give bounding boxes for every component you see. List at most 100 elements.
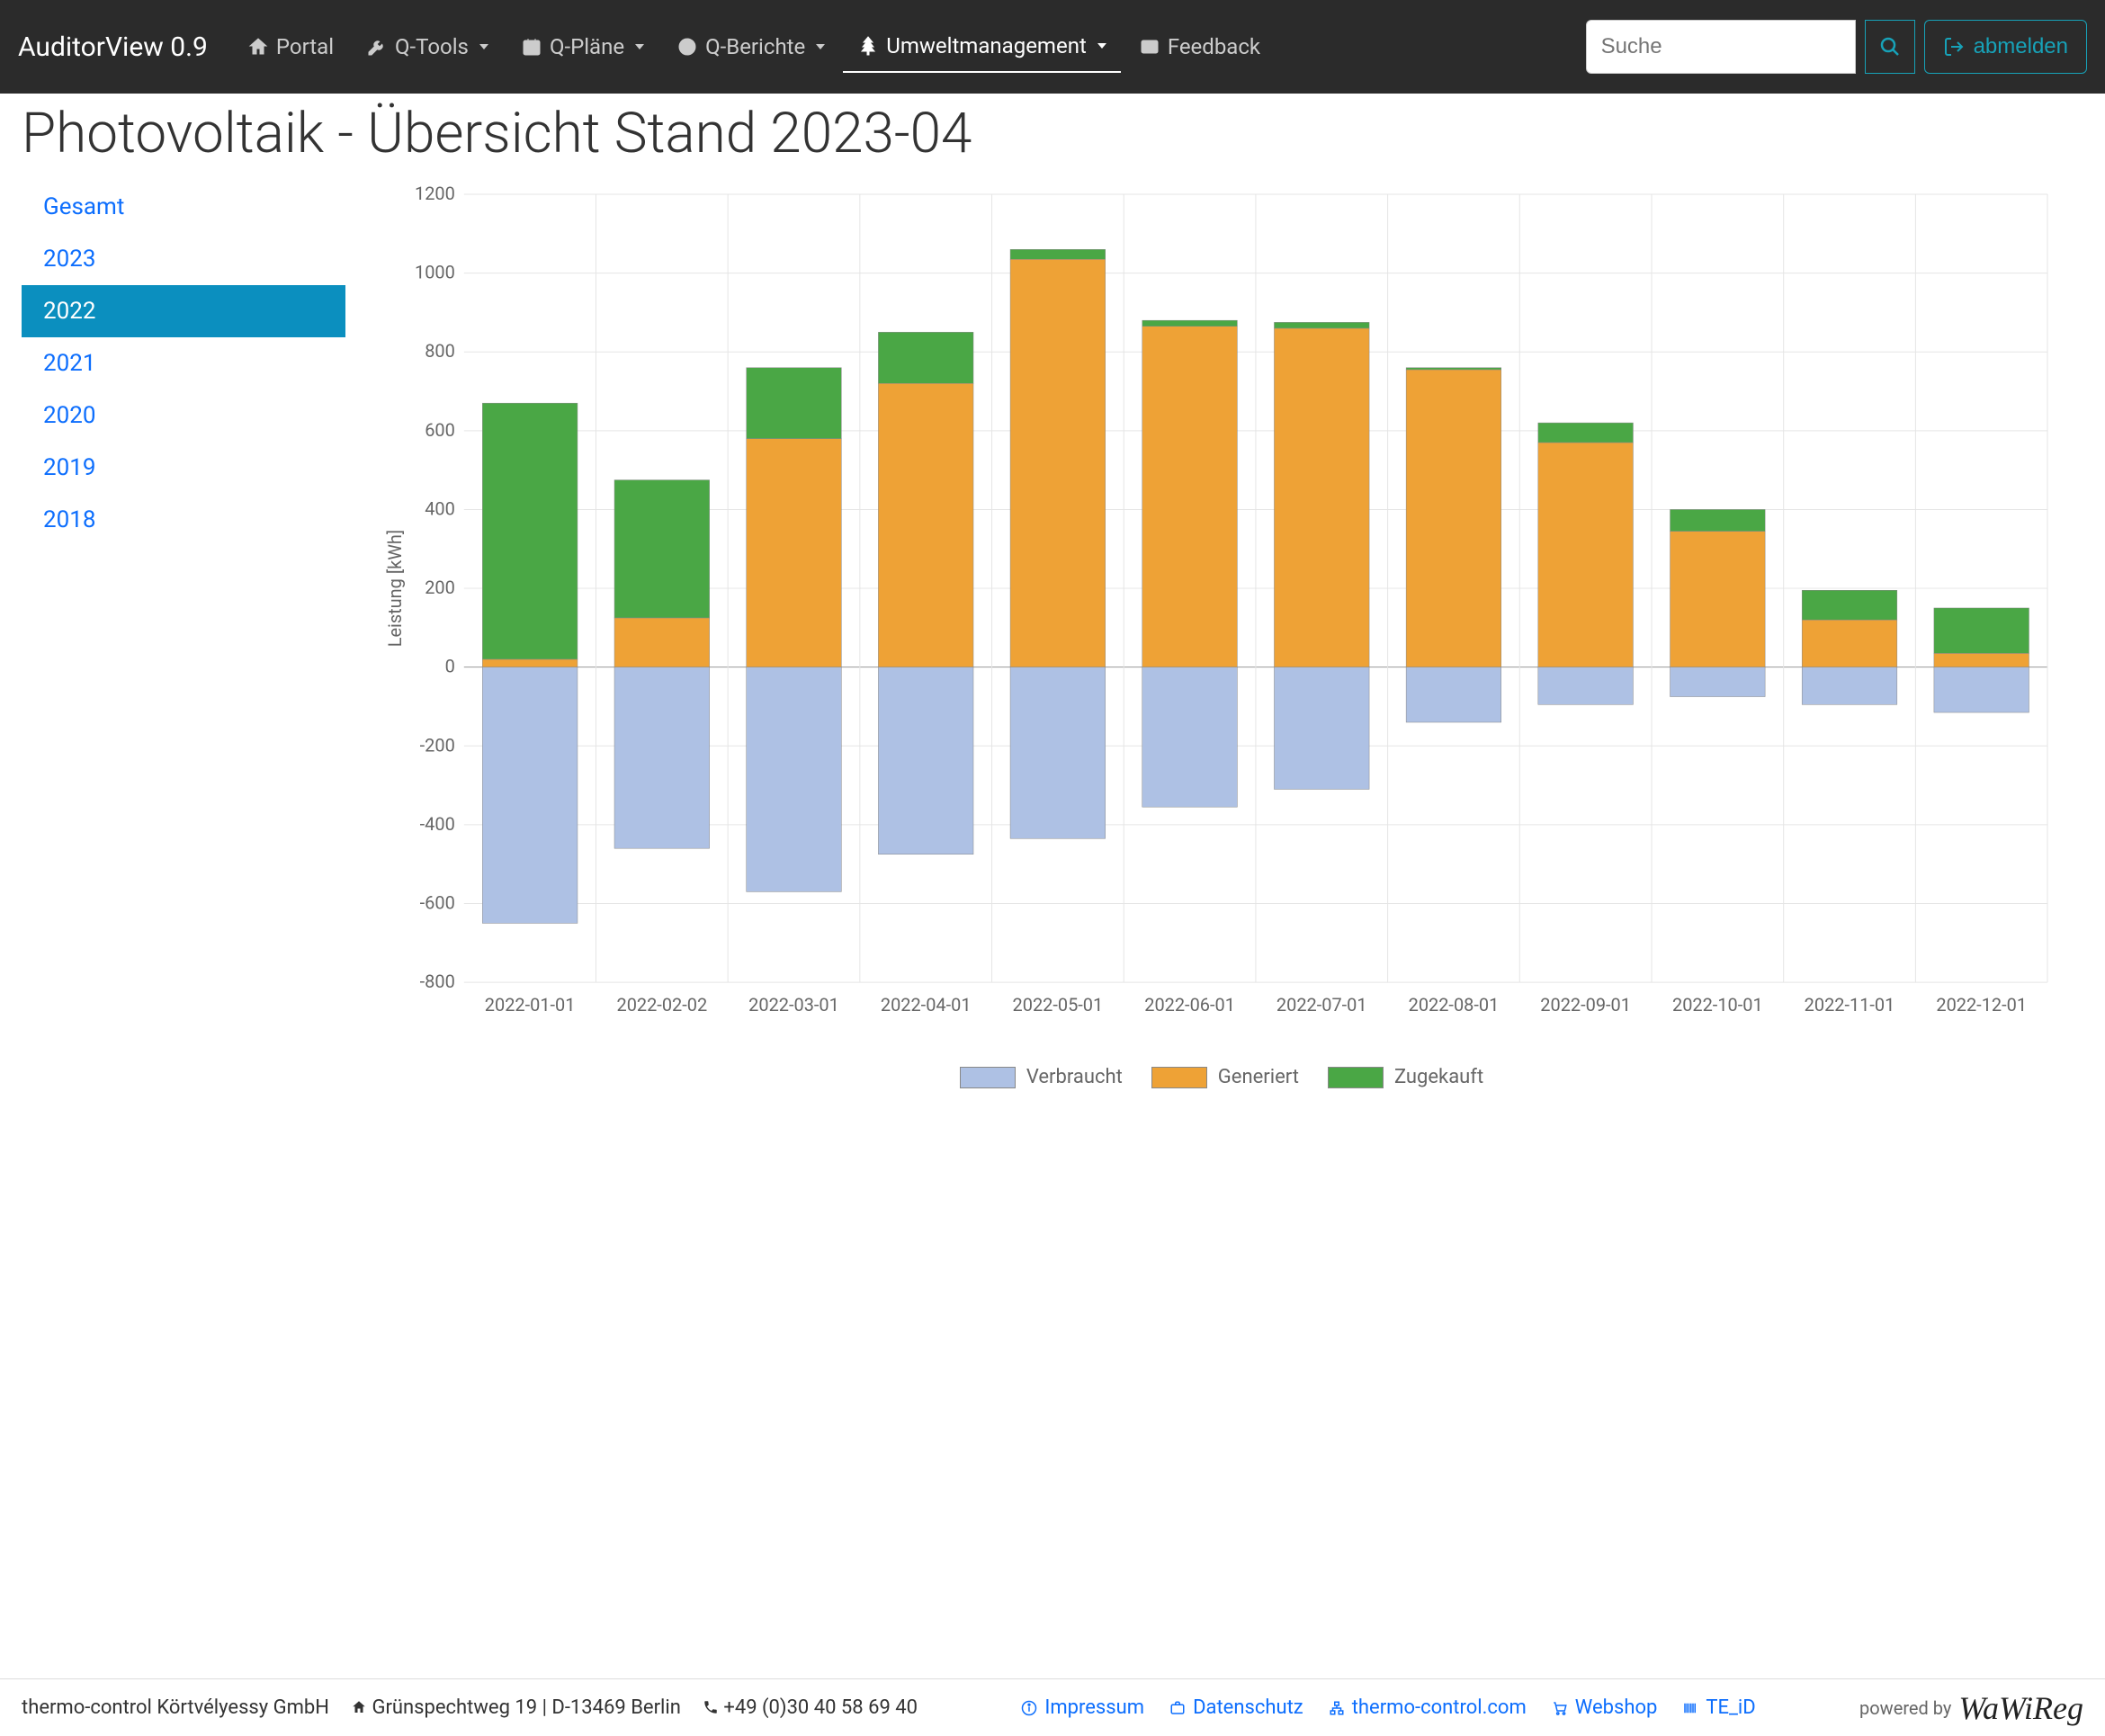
sidebar-item-2023[interactable]: 2023 [22, 233, 345, 285]
year-list: Gesamt202320222021202020192018 [22, 181, 345, 546]
svg-text:1200: 1200 [415, 183, 455, 204]
wrench-icon [366, 36, 388, 58]
calendar-icon [521, 36, 542, 58]
logout-label: abmelden [1974, 34, 2068, 59]
home-icon [247, 36, 269, 58]
tree-icon [857, 35, 879, 57]
nav-item-feedback[interactable]: Feedback [1124, 21, 1275, 73]
svg-text:2022-04-01: 2022-04-01 [881, 994, 972, 1016]
svg-text:2022-11-01: 2022-11-01 [1805, 994, 1895, 1016]
svg-text:2022-03-01: 2022-03-01 [748, 994, 839, 1016]
legend-swatch [1151, 1067, 1207, 1088]
svg-text:2022-01-01: 2022-01-01 [485, 994, 576, 1016]
svg-text:2022-05-01: 2022-05-01 [1013, 994, 1104, 1016]
svg-text:1000: 1000 [415, 262, 455, 283]
svg-text:0: 0 [445, 656, 455, 677]
powered-label: powered by [1859, 1697, 1951, 1719]
nav-item-portal[interactable]: Portal [233, 21, 348, 73]
svg-text:2022-07-01: 2022-07-01 [1276, 994, 1367, 1016]
briefcase-icon [1169, 1700, 1186, 1716]
nav-items: Portal Q-Tools Q-Pläne Q-Berichte Umweltmana… [233, 21, 1586, 73]
legend-label: Zugekauft [1394, 1066, 1483, 1088]
nav-label: Q-Pläne [550, 34, 624, 59]
svg-text:2022-08-01: 2022-08-01 [1409, 994, 1500, 1016]
footer-link-label: Webshop [1575, 1696, 1658, 1719]
logout-icon [1943, 36, 1965, 58]
nav-item-q-pläne[interactable]: Q-Pläne [506, 21, 658, 73]
svg-text:400: 400 [425, 497, 455, 519]
nav-label: Portal [276, 34, 334, 59]
brand[interactable]: AuditorView 0.9 [18, 31, 208, 63]
page-title: Photovoltaik - Übersicht Stand 2023-04 [22, 101, 2083, 166]
svg-text:-200: -200 [420, 734, 455, 756]
nav-item-q-tools[interactable]: Q-Tools [352, 21, 503, 73]
chevron-down-icon [635, 44, 644, 49]
cart-icon [1552, 1700, 1568, 1716]
footer-link-webshop[interactable]: Webshop [1552, 1696, 1658, 1719]
sidebar: Gesamt202320222021202020192018 [22, 174, 345, 1678]
content: Gesamt202320222021202020192018 -800-600-… [22, 174, 2083, 1678]
footer-right: powered by WaWiReg [1859, 1689, 2083, 1727]
search-icon [1879, 36, 1901, 58]
main: Photovoltaik - Übersicht Stand 2023-04 G… [0, 94, 2105, 1678]
svg-text:800: 800 [425, 340, 455, 362]
barcode-icon [1682, 1700, 1698, 1716]
home-icon [351, 1699, 367, 1715]
sidebar-item-2022[interactable]: 2022 [22, 285, 345, 337]
mail-icon [1139, 36, 1160, 58]
footer-link-impressum[interactable]: Impressum [1021, 1696, 1144, 1719]
footer-link-te_id[interactable]: TE_iD [1682, 1696, 1755, 1719]
footer-left: thermo-control Körtvélyessy GmbH Grünspe… [22, 1696, 918, 1719]
chart: -800 -600 -400 -200 0 200 400 600 800 1000 1200 Lei… [378, 174, 2065, 1055]
svg-text:-800: -800 [420, 971, 455, 992]
svg-text:200: 200 [425, 577, 455, 598]
search-input[interactable] [1586, 20, 1856, 74]
svg-text:2022-09-01: 2022-09-01 [1540, 994, 1631, 1016]
footer-phone: +49 (0)30 40 58 69 40 [703, 1696, 918, 1719]
nav-item-umweltmanagement[interactable]: Umweltmanagement [843, 21, 1121, 73]
legend: Verbraucht Generiert Zugekauft [378, 1066, 2065, 1088]
legend-item[interactable]: Generiert [1151, 1066, 1299, 1088]
chart-area: -800 -600 -400 -200 0 200 400 600 800 1000 1200 Lei… [360, 174, 2083, 1678]
nav-label: Q-Tools [395, 34, 469, 59]
navbar: AuditorView 0.9 Portal Q-Tools Q-Pläne Q-Be… [0, 0, 2105, 94]
info-icon [1021, 1700, 1037, 1716]
legend-swatch [960, 1067, 1016, 1088]
svg-text:2022-06-01: 2022-06-01 [1144, 994, 1235, 1016]
svg-text:600: 600 [425, 419, 455, 441]
logout-button[interactable]: abmelden [1924, 20, 2087, 74]
footer-link-datenschutz[interactable]: Datenschutz [1169, 1696, 1303, 1719]
nav-right: abmelden [1586, 20, 2087, 74]
footer-link-label: TE_iD [1706, 1696, 1755, 1719]
sidebar-item-gesamt[interactable]: Gesamt [22, 181, 345, 233]
svg-text:2022-02-02: 2022-02-02 [616, 994, 707, 1016]
footer-link-thermo-control.com[interactable]: thermo-control.com [1329, 1696, 1527, 1719]
legend-swatch [1328, 1067, 1384, 1088]
chart-icon [676, 36, 698, 58]
footer-link-label: Impressum [1044, 1696, 1144, 1719]
legend-label: Verbraucht [1026, 1066, 1123, 1088]
svg-text:2022-12-01: 2022-12-01 [1936, 994, 2027, 1016]
nav-label: Umweltmanagement [886, 33, 1087, 58]
svg-text:Leistung [kWh]: Leistung [kWh] [384, 530, 406, 647]
footer-address: Grünspechtweg 19 | D-13469 Berlin [351, 1696, 681, 1719]
nav-item-q-berichte[interactable]: Q-Berichte [662, 21, 839, 73]
chevron-down-icon [1097, 43, 1106, 49]
chevron-down-icon [479, 44, 488, 49]
sidebar-item-2019[interactable]: 2019 [22, 442, 345, 494]
sidebar-item-2020[interactable]: 2020 [22, 389, 345, 442]
sitemap-icon [1329, 1700, 1345, 1716]
svg-text:2022-10-01: 2022-10-01 [1672, 994, 1763, 1016]
footer-link-label: Datenschutz [1193, 1696, 1303, 1719]
legend-item[interactable]: Zugekauft [1328, 1066, 1483, 1088]
footer-link-label: thermo-control.com [1352, 1696, 1527, 1719]
svg-text:-400: -400 [420, 813, 455, 835]
svg-text:-600: -600 [420, 892, 455, 914]
footer-center: Impressum Datenschutz thermo-control.com We… [918, 1696, 1859, 1719]
search-button[interactable] [1865, 20, 1915, 74]
chevron-down-icon [816, 44, 825, 49]
sidebar-item-2018[interactable]: 2018 [22, 494, 345, 546]
legend-item[interactable]: Verbraucht [960, 1066, 1123, 1088]
nav-label: Q-Berichte [705, 34, 805, 59]
sidebar-item-2021[interactable]: 2021 [22, 337, 345, 389]
